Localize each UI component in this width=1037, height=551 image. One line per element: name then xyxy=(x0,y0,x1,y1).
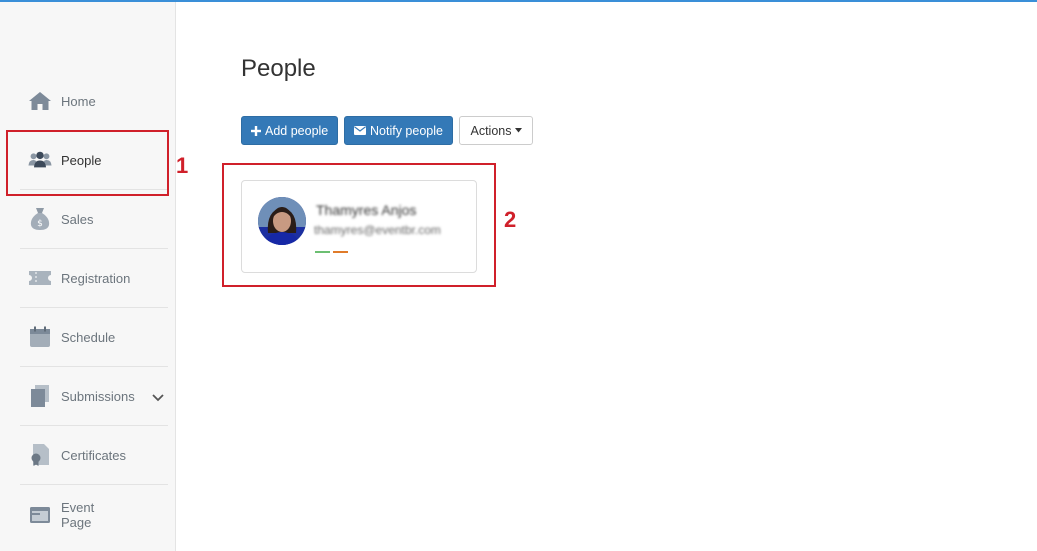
sidebar-item-sales[interactable]: $ Sales xyxy=(20,190,168,249)
actions-label: Actions xyxy=(470,123,512,138)
sidebar-item-label: Submissions xyxy=(61,388,135,404)
sidebar-item-home[interactable]: Home xyxy=(20,72,168,131)
money-bag-icon: $ xyxy=(28,207,52,231)
plus-icon xyxy=(251,125,261,136)
browser-window-icon xyxy=(28,503,52,527)
envelope-icon xyxy=(354,126,366,135)
home-icon xyxy=(28,89,52,113)
chevron-down-icon[interactable] xyxy=(152,389,164,407)
page-title: People xyxy=(241,55,316,82)
sidebar-item-label: Sales xyxy=(61,211,94,227)
svg-text:$: $ xyxy=(37,219,43,229)
sidebar-item-registration[interactable]: Registration xyxy=(20,249,168,308)
sidebar-item-schedule[interactable]: Schedule xyxy=(20,308,168,367)
sidebar-item-label: Certificates xyxy=(61,447,127,463)
ticket-icon xyxy=(28,266,52,290)
sidebar-item-event-page[interactable]: Event Page xyxy=(20,485,168,544)
notify-people-label: Notify people xyxy=(370,123,443,138)
sidebar-item-label: Home xyxy=(61,93,96,109)
sidebar: Home People $ Sales Registration Schedul… xyxy=(0,2,176,551)
annotation-number-2: 2 xyxy=(504,207,517,232)
add-people-button[interactable]: Add people xyxy=(241,116,339,145)
documents-icon xyxy=(28,384,52,408)
add-people-label: Add people xyxy=(265,123,329,138)
annotation-box-1 xyxy=(6,130,169,196)
sidebar-item-submissions[interactable]: Submissions xyxy=(20,367,168,426)
caret-down-icon xyxy=(514,128,522,133)
sidebar-item-certificates[interactable]: Certificates xyxy=(20,426,168,485)
annotation-box-2 xyxy=(222,163,496,287)
sidebar-item-label: Event Page xyxy=(61,499,95,530)
sidebar-item-label: Registration xyxy=(61,270,131,286)
certificate-icon xyxy=(28,443,52,467)
annotation-number-1: 1 xyxy=(176,153,189,178)
actions-dropdown-button[interactable]: Actions xyxy=(459,116,533,145)
sidebar-item-label: Schedule xyxy=(61,329,116,345)
notify-people-button[interactable]: Notify people xyxy=(344,116,453,145)
calendar-icon xyxy=(28,325,52,349)
